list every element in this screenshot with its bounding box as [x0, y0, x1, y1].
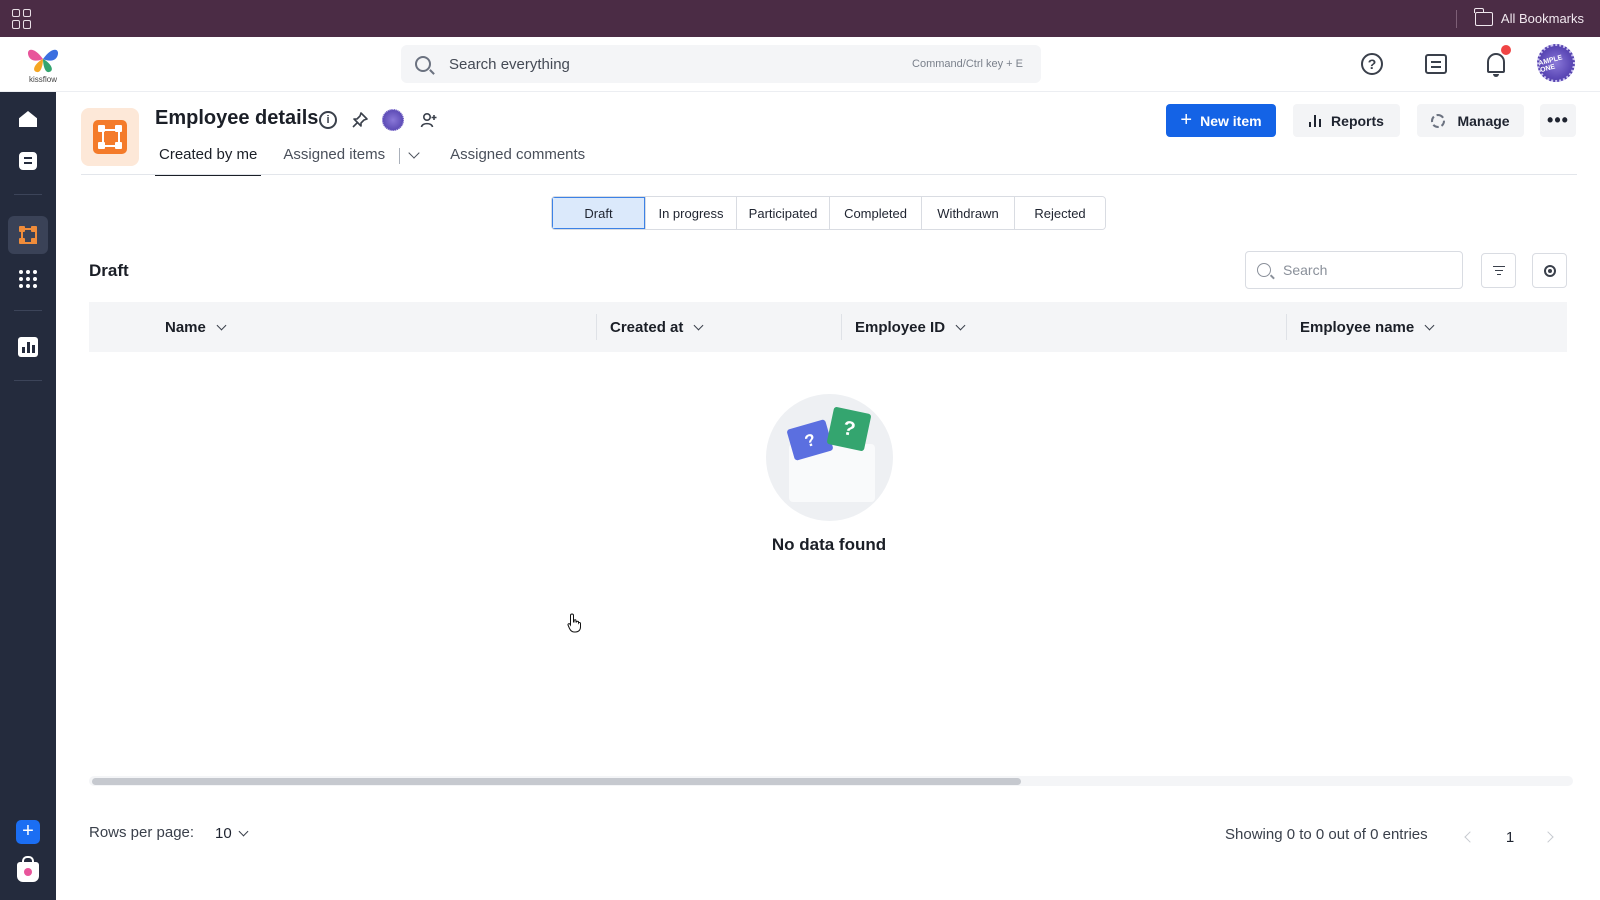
column-employee-id-label: Employee ID — [855, 318, 946, 336]
status-in-progress[interactable]: In progress — [646, 197, 737, 229]
chart-icon — [18, 337, 38, 357]
plus-icon: + — [1180, 109, 1193, 131]
next-page-button[interactable] — [1535, 824, 1561, 850]
section-title: Draft — [89, 261, 129, 280]
sidebar-divider — [14, 310, 42, 311]
horizontal-scrollbar-thumb[interactable] — [92, 778, 1021, 785]
tab-assigned-comments[interactable]: Assigned comments — [446, 146, 589, 176]
column-name-label: Name — [165, 318, 206, 336]
status-rejected[interactable]: Rejected — [1015, 197, 1105, 229]
column-employee-name[interactable]: Employee name — [1286, 302, 1435, 352]
bar-chart-icon — [1309, 114, 1322, 127]
chevron-down-icon — [693, 320, 704, 330]
chevron-down-icon — [216, 320, 227, 330]
butterfly-logo-icon — [27, 49, 59, 73]
info-icon[interactable]: i — [319, 111, 337, 129]
status-draft[interactable]: Draft — [552, 197, 646, 229]
previous-page-button[interactable] — [1457, 824, 1483, 850]
column-created-at[interactable]: Created at — [596, 302, 704, 352]
column-employee-id[interactable]: Employee ID — [841, 302, 966, 352]
chevron-down-icon — [955, 320, 966, 330]
reports-label: Reports — [1331, 112, 1384, 129]
task-icon — [19, 152, 37, 170]
add-user-icon[interactable] — [418, 109, 440, 131]
all-bookmarks-label: All Bookmarks — [1500, 11, 1584, 26]
reports-button[interactable]: Reports — [1293, 104, 1400, 137]
column-employee-name-label: Employee name — [1300, 318, 1415, 336]
column-name[interactable]: Name — [151, 302, 227, 352]
view-tabs: Created by me Assigned items Assigned co… — [155, 146, 589, 176]
apps-grid-icon[interactable] — [12, 8, 32, 29]
filter-button[interactable] — [1481, 253, 1516, 288]
new-item-label: New item — [1200, 112, 1262, 129]
search-icon — [415, 56, 431, 72]
app-header: kissflow Search everything Command/Ctrl … — [0, 37, 1600, 92]
more-options-button[interactable]: ••• — [1540, 104, 1576, 137]
chevron-left-icon — [1464, 831, 1476, 843]
manage-label: Manage — [1457, 112, 1510, 129]
bookmarks-divider — [1455, 9, 1457, 28]
sidebar-divider — [14, 380, 42, 381]
notification-dot — [1501, 45, 1511, 55]
chevron-down-icon — [238, 826, 249, 836]
rows-per-page-value: 10 — [215, 824, 232, 842]
sidebar-item-tasks[interactable] — [8, 142, 48, 180]
sidebar-add-button[interactable]: + — [16, 820, 40, 844]
sidebar-item-apps[interactable] — [8, 260, 48, 298]
process-icon — [81, 108, 139, 166]
hand-cursor-icon — [567, 613, 581, 633]
logo-wordmark: kissflow — [28, 75, 57, 84]
page-title: Employee details — [155, 107, 319, 129]
empty-state-message: No data found — [771, 535, 887, 554]
flow-icon — [19, 226, 37, 244]
sidebar-item-process[interactable] — [8, 216, 48, 254]
search-shortcut-hint: Command/Ctrl key + E — [912, 58, 1023, 70]
status-participated[interactable]: Participated — [737, 197, 830, 229]
chat-icon[interactable] — [1423, 51, 1449, 77]
home-icon — [19, 111, 37, 127]
pin-icon[interactable] — [349, 109, 371, 131]
chevron-down-icon — [1424, 320, 1435, 330]
rows-per-page-select[interactable]: 10 — [207, 816, 257, 850]
global-search-placeholder: Search everything — [449, 55, 570, 73]
entries-summary: Showing 0 to 0 out of 0 entries — [1225, 826, 1428, 843]
eye-icon — [1543, 264, 1556, 277]
kissflow-logo[interactable]: kissflow — [23, 43, 63, 87]
sidebar-item-analytics[interactable] — [8, 328, 48, 366]
tab-divider — [399, 148, 401, 164]
help-icon[interactable]: ? — [1361, 53, 1383, 75]
browser-bookmarks-bar: All Bookmarks — [0, 0, 1600, 37]
rows-per-page-label: Rows per page: — [89, 824, 195, 841]
chevron-right-icon — [1542, 831, 1554, 843]
list-search-input[interactable] — [1283, 262, 1443, 278]
global-search-bar[interactable]: Search everything Command/Ctrl key + E — [401, 45, 1041, 83]
new-item-button[interactable]: + New item — [1166, 104, 1276, 137]
folder-icon — [1473, 7, 1493, 26]
gear-icon — [1431, 113, 1446, 128]
chevron-down-icon[interactable] — [408, 147, 420, 159]
list-search-field[interactable] — [1245, 251, 1463, 289]
question-card-icon: ? — [826, 406, 872, 452]
table-header: Name Created at Employee ID Employee nam… — [89, 302, 1567, 352]
tab-created-by-me[interactable]: Created by me — [155, 146, 262, 176]
status-completed[interactable]: Completed — [830, 197, 922, 229]
sidebar-item-home[interactable] — [8, 100, 48, 138]
column-created-at-label: Created at — [610, 318, 684, 336]
header-divider — [81, 174, 1577, 175]
all-bookmarks-link[interactable]: All Bookmarks — [1455, 7, 1584, 28]
search-icon — [1257, 263, 1271, 277]
left-sidebar — [0, 92, 56, 900]
view-settings-button[interactable] — [1532, 253, 1567, 288]
status-filter: Draft In progress Participated Completed… — [551, 196, 1106, 230]
tab-assigned-items[interactable]: Assigned items — [279, 146, 389, 176]
current-page-number[interactable]: 1 — [1497, 824, 1523, 850]
owner-avatar[interactable] — [382, 109, 404, 131]
sidebar-divider — [14, 194, 42, 195]
status-withdrawn[interactable]: Withdrawn — [922, 197, 1015, 229]
manage-button[interactable]: Manage — [1417, 104, 1524, 137]
grid-dots-icon — [19, 270, 37, 288]
filter-icon — [1492, 265, 1505, 276]
app-store-icon[interactable] — [17, 856, 39, 882]
